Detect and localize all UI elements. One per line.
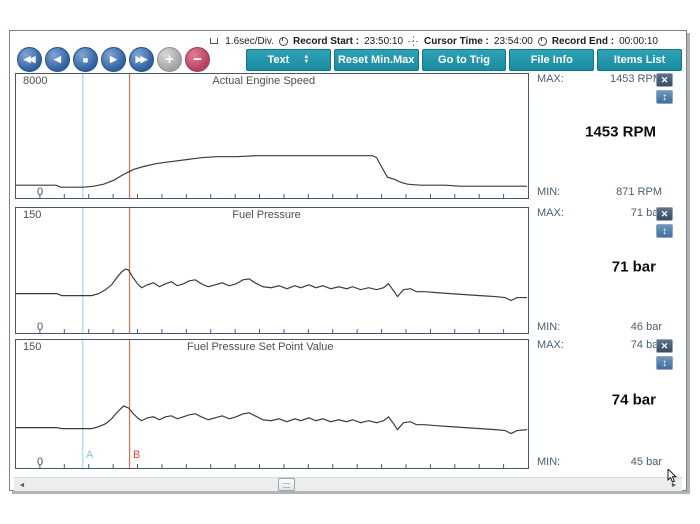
y-axis-max-label: 8000 — [23, 75, 47, 87]
close-icon: ✕ — [661, 341, 669, 352]
chart-title: Actual Engine Speed — [212, 75, 315, 87]
up-down-icon: ↕ — [662, 92, 667, 103]
current-value: 71 bar — [612, 258, 656, 275]
cursor-b-label[interactable]: B — [133, 449, 140, 461]
text-mode-label: Text — [268, 54, 290, 66]
max-readout: MAX:1453 RPM — [537, 73, 662, 85]
record-start-clock-icon — [279, 37, 288, 46]
reorder-channel-button[interactable]: ↕ — [656, 90, 673, 104]
y-axis-max-label: 150 — [23, 209, 41, 221]
file-info-button[interactable]: File Info — [509, 49, 594, 71]
channel-row-fuel-pressure-set-point: 150 Fuel Pressure Set Point Value 0 A B … — [10, 339, 686, 469]
chart-panel[interactable]: 150 Fuel Pressure Set Point Value 0 A B — [15, 339, 529, 469]
transport-controls: ◀◀◀■▶▶▶+− — [17, 47, 210, 72]
horizontal-scrollbar[interactable]: ◄ ► — [14, 477, 682, 491]
up-down-icon: ↕ — [662, 358, 667, 369]
cursor-time-icon — [408, 36, 419, 47]
zoom-out-button[interactable]: − — [185, 47, 210, 72]
record-review-window: 1.6sec/Div. Record Start : 23:50:10 Curs… — [9, 30, 687, 491]
text-mode-dropdown[interactable]: Text ▲▼ — [246, 49, 331, 71]
current-value: 74 bar — [612, 392, 656, 409]
signal-plot — [16, 74, 528, 198]
cursor-time-value: 23:54:00 — [494, 36, 533, 47]
reorder-channel-button[interactable]: ↕ — [656, 224, 673, 238]
close-channel-button[interactable]: ✕ — [656, 73, 673, 87]
record-start-value: 23:50:10 — [364, 36, 403, 47]
cursor-a-label[interactable]: A — [86, 449, 93, 461]
up-down-icon: ↕ — [662, 226, 667, 237]
interval-icon — [210, 38, 218, 44]
toolbar-buttons: Text ▲▼ Reset Min.Max Go to Trig File In… — [246, 49, 682, 71]
skip-to-start-button[interactable]: ◀◀ — [17, 47, 42, 72]
chart-panel[interactable]: 150 Fuel Pressure 0 — [15, 207, 529, 334]
record-end-label: Record End : — [552, 36, 614, 47]
signal-trace — [16, 406, 527, 434]
current-value: 1453 RPM — [585, 124, 656, 141]
zoom-in-button[interactable]: + — [157, 47, 182, 72]
close-icon: ✕ — [661, 75, 669, 86]
record-info-bar: 1.6sec/Div. Record Start : 23:50:10 Curs… — [210, 34, 658, 48]
close-channel-button[interactable]: ✕ — [656, 207, 673, 221]
chart-title: Fuel Pressure — [232, 209, 300, 221]
items-list-button[interactable]: Items List — [597, 49, 682, 71]
mouse-cursor — [667, 469, 679, 485]
go-to-trig-button[interactable]: Go to Trig — [422, 49, 507, 71]
signal-trace — [16, 269, 527, 300]
signal-plot — [16, 208, 528, 333]
channel-row-engine-speed: 8000 Actual Engine Speed 0 MAX:1453 RPM … — [10, 73, 686, 199]
skip-forward-button[interactable]: ▶▶ — [129, 47, 154, 72]
y-axis-max-label: 150 — [23, 341, 41, 353]
interval-per-div: 1.6sec/Div. — [225, 36, 274, 47]
scrollbar-thumb[interactable] — [278, 478, 295, 491]
y-axis-min-label: 0 — [37, 456, 43, 468]
dropdown-spinner-icon: ▲▼ — [303, 55, 309, 65]
channel-info-panel: MAX:1453 RPM ✕ ↕ 1453 RPM MIN:871 RPM — [534, 73, 686, 199]
record-end-clock-icon — [538, 37, 547, 46]
y-axis-min-label: 0 — [37, 186, 43, 198]
min-readout: MIN:871 RPM — [537, 186, 662, 198]
max-readout: MAX:71 bar — [537, 207, 662, 219]
channel-row-fuel-pressure: 150 Fuel Pressure 0 MAX:71 bar ✕ ↕ 71 ba… — [10, 207, 686, 334]
min-readout: MIN:46 bar — [537, 321, 662, 333]
signal-trace — [16, 156, 527, 187]
stop-button[interactable]: ■ — [73, 47, 98, 72]
step-back-button[interactable]: ◀ — [45, 47, 70, 72]
play-button[interactable]: ▶ — [101, 47, 126, 72]
record-start-label: Record Start : — [293, 36, 359, 47]
max-readout: MAX:74 bar — [537, 339, 662, 351]
chart-panel[interactable]: 8000 Actual Engine Speed 0 — [15, 73, 529, 199]
y-axis-min-label: 0 — [37, 321, 43, 333]
reorder-channel-button[interactable]: ↕ — [656, 356, 673, 370]
scroll-left-arrow-icon[interactable]: ◄ — [16, 478, 28, 492]
channel-info-panel: MAX:71 bar ✕ ↕ 71 bar MIN:46 bar — [534, 207, 686, 334]
reset-minmax-button[interactable]: Reset Min.Max — [334, 49, 419, 71]
record-end-value: 00:00:10 — [619, 36, 658, 47]
min-readout: MIN:45 bar — [537, 456, 662, 468]
channel-info-panel: MAX:74 bar ✕ ↕ 74 bar MIN:45 bar — [534, 339, 686, 469]
close-channel-button[interactable]: ✕ — [656, 339, 673, 353]
close-icon: ✕ — [661, 209, 669, 220]
chart-title: Fuel Pressure Set Point Value — [187, 341, 334, 353]
cursor-time-label: Cursor Time : — [424, 36, 489, 47]
